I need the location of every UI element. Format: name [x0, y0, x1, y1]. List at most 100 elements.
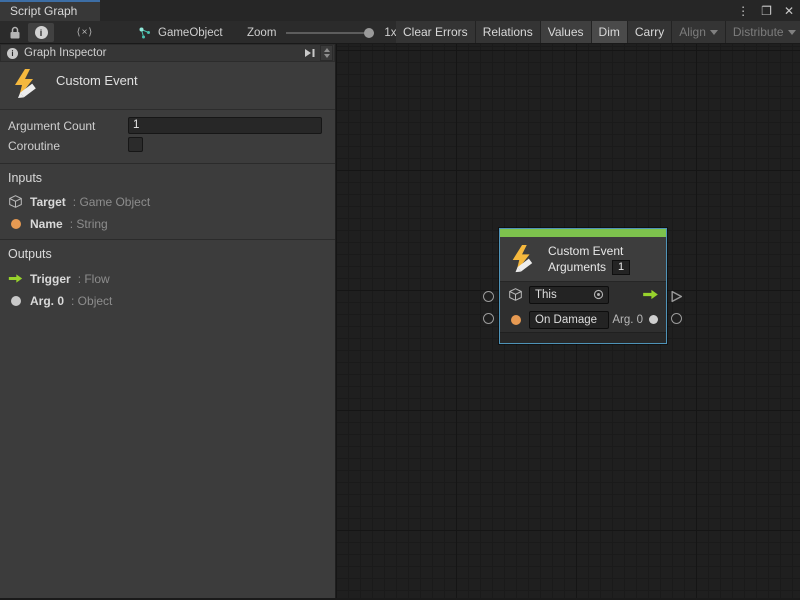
dim-button[interactable]: Dim [592, 21, 628, 43]
output-row-trigger: Trigger : Flow [8, 271, 110, 286]
gameobject-context[interactable]: GameObject [138, 21, 223, 44]
code-view-button[interactable]: ⟨×⟩ [68, 23, 102, 42]
coroutine-label: Coroutine [8, 139, 60, 153]
port-type: : Object [71, 294, 112, 308]
info-icon: i [7, 48, 18, 59]
button-label: Dim [599, 25, 620, 39]
arg0-label: Arg. 0 [612, 314, 643, 326]
input-row-name: Name : String [8, 217, 108, 231]
relations-button[interactable]: Relations [476, 21, 541, 43]
target-input-port[interactable] [483, 291, 494, 302]
button-label: Values [548, 25, 584, 39]
inputs-section-title: Inputs [8, 171, 42, 185]
divider [0, 163, 335, 164]
flow-arrow-icon [642, 289, 659, 300]
gray-port-dot [649, 315, 658, 324]
button-label: Distribute [733, 25, 784, 39]
info-icon: i [35, 26, 48, 39]
tab-bar: Script Graph ⋮ ❐ ✕ [0, 0, 800, 21]
outputs-section-title: Outputs [8, 247, 52, 261]
inspector-header-tools [304, 45, 333, 61]
tab-title: Script Graph [10, 4, 77, 18]
chevron-up-icon [324, 48, 330, 52]
cube-icon [508, 287, 523, 302]
divider [0, 239, 335, 240]
distribute-button[interactable]: Distribute [726, 21, 800, 43]
graph-inspector-header[interactable]: i Graph Inspector [0, 44, 335, 62]
zoom-slider-handle[interactable] [364, 28, 374, 38]
argument-count-field[interactable]: 1 [128, 117, 322, 134]
code-icon: ⟨×⟩ [77, 27, 94, 38]
window-menu-icon[interactable]: ⋮ [737, 5, 749, 17]
custom-event-node[interactable]: Custom Event Arguments 1 [499, 228, 667, 344]
lock-icon [9, 26, 21, 40]
align-button[interactable]: Align [672, 21, 726, 43]
argument-count-label: Argument Count [8, 119, 95, 133]
node-footer [500, 332, 666, 343]
gray-port-dot [11, 296, 21, 306]
node-event-color-strip [500, 229, 666, 237]
node-row-target: This [500, 282, 666, 307]
unit-header: Custom Event [0, 62, 335, 110]
custom-event-icon [10, 68, 42, 100]
port-name: Name [30, 217, 63, 231]
graph-canvas[interactable]: Custom Event Arguments 1 [336, 44, 800, 600]
toolbar-buttons: Clear Errors Relations Values Dim Carry … [396, 21, 800, 43]
orange-port-dot [511, 315, 521, 325]
node-header[interactable]: Custom Event Arguments 1 [500, 237, 666, 281]
window-maximize-icon[interactable]: ❐ [761, 5, 772, 17]
cube-icon [8, 194, 23, 209]
window-controls: ⋮ ❐ ✕ [737, 0, 794, 21]
chevron-down-icon [788, 30, 796, 35]
port-name: Target [30, 195, 66, 209]
tab-script-graph[interactable]: Script Graph [0, 0, 100, 21]
node-row-name: On Damage Arg. 0 [500, 307, 666, 332]
event-name-field[interactable]: On Damage [529, 311, 609, 329]
target-dropdown[interactable]: This [529, 286, 609, 304]
target-picker-icon[interactable] [593, 289, 604, 300]
button-label: Clear Errors [403, 25, 468, 39]
output-row-arg0: Arg. 0 : Object [8, 294, 112, 308]
gameobject-label: GameObject [158, 27, 223, 39]
zoom-control: Zoom 1x [247, 21, 397, 44]
arg0-output-port[interactable] [671, 313, 682, 324]
name-input-port[interactable] [483, 313, 494, 324]
zoom-slider[interactable] [286, 27, 374, 39]
port-name: Trigger [30, 272, 71, 286]
trigger-output-port[interactable] [670, 290, 683, 303]
window-close-icon[interactable]: ✕ [784, 5, 794, 17]
graph-icon [138, 26, 152, 40]
orange-port-dot [11, 219, 21, 229]
button-label: Carry [635, 25, 664, 39]
chevron-down-icon [710, 30, 718, 35]
graph-inspector-panel: i Graph Inspector Custom Event Argument … [0, 44, 336, 600]
scroll-spinner[interactable] [320, 45, 333, 61]
target-value: This [530, 289, 593, 301]
graph-inspector-title: Graph Inspector [24, 47, 106, 59]
input-row-target: Target : Game Object [8, 194, 150, 209]
unity-script-graph-window: Script Graph ⋮ ❐ ✕ i ⟨×⟩ [0, 0, 800, 600]
unit-title: Custom Event [56, 73, 138, 88]
dock-icon[interactable] [304, 48, 316, 58]
arguments-count-field[interactable]: 1 [612, 260, 630, 275]
zoom-slider-track [286, 32, 374, 34]
carry-button[interactable]: Carry [628, 21, 672, 43]
chevron-down-icon [324, 54, 330, 58]
inspector-toggle-button[interactable]: i [28, 23, 54, 42]
values-button[interactable]: Values [541, 21, 592, 43]
coroutine-checkbox[interactable] [128, 137, 143, 152]
node-title: Custom Event [548, 244, 630, 258]
port-type: : Game Object [73, 195, 150, 209]
button-label: Align [679, 25, 706, 39]
clear-errors-button[interactable]: Clear Errors [396, 21, 476, 43]
custom-event-icon [508, 244, 538, 274]
node-body: This On Damage [500, 281, 666, 332]
button-label: Relations [483, 25, 533, 39]
flow-arrow-icon [8, 271, 23, 286]
lock-button[interactable] [3, 23, 27, 42]
graph-toolbar: i ⟨×⟩ GameObject Zoom 1x Clear [0, 21, 800, 44]
arguments-label: Arguments [548, 260, 606, 274]
zoom-value: 1x [384, 27, 396, 39]
event-name-value: On Damage [530, 314, 608, 326]
port-type: : Flow [78, 272, 110, 286]
